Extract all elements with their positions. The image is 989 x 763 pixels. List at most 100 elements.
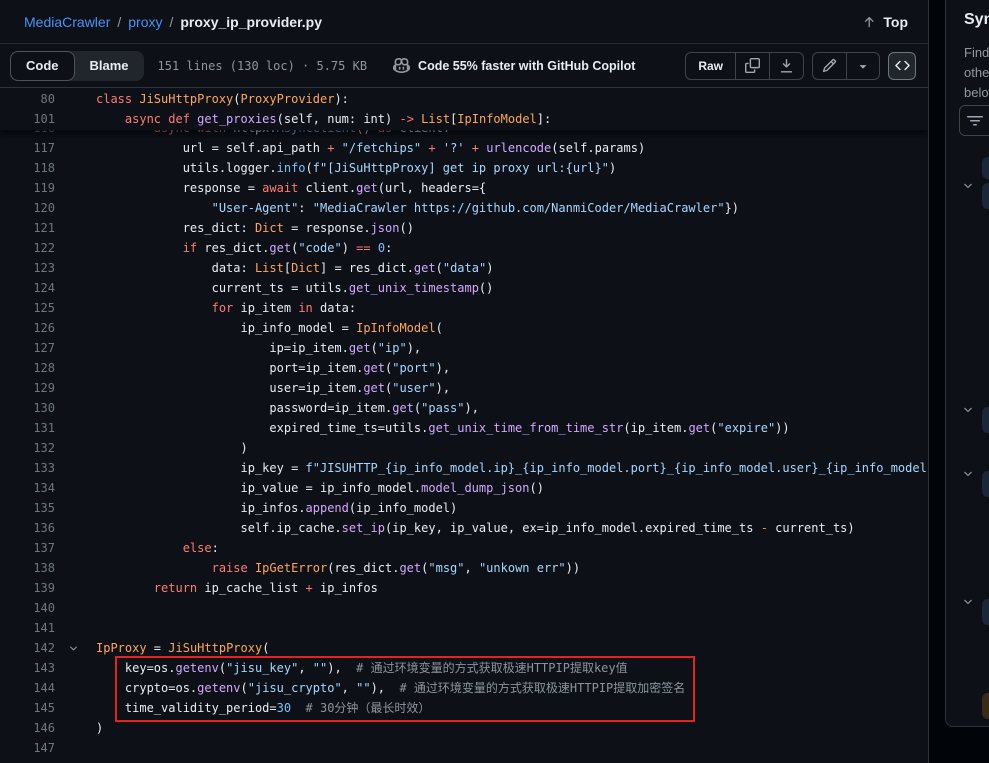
code-line: 119 response = await client.get(url, hea…	[0, 178, 928, 198]
fold-gutter	[55, 378, 96, 398]
line-number[interactable]: 80	[0, 89, 55, 109]
line-number[interactable]: 128	[0, 358, 55, 378]
symbol-chip[interactable]	[982, 157, 989, 179]
code-line: 133 ip_key = f"JISUHTTP_{ip_info_model.i…	[0, 458, 928, 478]
fold-gutter	[55, 738, 96, 758]
symbol-chip[interactable]	[982, 693, 989, 719]
fold-gutter	[55, 418, 96, 438]
fold-gutter	[55, 109, 96, 129]
line-number[interactable]: 118	[0, 158, 55, 178]
code-icon	[895, 58, 910, 73]
symbols-filter-input[interactable]	[959, 105, 989, 136]
edit-dropdown-button[interactable]	[847, 53, 879, 79]
line-number[interactable]: 136	[0, 518, 55, 538]
line-number[interactable]: 117	[0, 138, 55, 158]
line-number[interactable]: 121	[0, 218, 55, 238]
line-number[interactable]: 146	[0, 718, 55, 738]
chevron-down-icon[interactable]	[962, 404, 974, 416]
line-number[interactable]: 123	[0, 258, 55, 278]
fold-gutter	[55, 338, 96, 358]
chevron-down-icon[interactable]	[962, 180, 974, 192]
line-number[interactable]: 126	[0, 318, 55, 338]
line-number[interactable]: 132	[0, 438, 55, 458]
breadcrumb-folder-link[interactable]: proxy	[128, 14, 162, 30]
toolbar-actions: Raw	[685, 52, 916, 80]
filter-icon	[967, 113, 983, 129]
symbol-chip[interactable]	[982, 599, 989, 625]
fold-gutter	[55, 478, 96, 498]
code-text: user=ip_item.get("user"),	[96, 378, 450, 398]
symbols-panel-description: Find other below	[964, 43, 989, 103]
line-number[interactable]: 141	[0, 618, 55, 638]
line-number[interactable]: 144	[0, 678, 55, 698]
symbols-panel-card: Sym Find other below	[945, 0, 989, 727]
download-button[interactable]	[770, 53, 803, 79]
fold-gutter	[55, 258, 96, 278]
tab-code[interactable]: Code	[10, 51, 75, 81]
fold-gutter	[55, 218, 96, 238]
code-text: else:	[96, 538, 219, 558]
edit-button[interactable]	[813, 53, 847, 79]
tab-blame[interactable]: Blame	[75, 58, 144, 73]
code-text: for ip_item in data:	[96, 298, 356, 318]
chevron-down-icon[interactable]	[962, 596, 974, 608]
line-number[interactable]: 125	[0, 298, 55, 318]
line-number[interactable]: 133	[0, 458, 55, 478]
caret-down-icon	[856, 59, 870, 73]
file-toolbar: Code Blame 151 lines (130 loc) · 5.75 KB…	[0, 44, 928, 88]
line-number[interactable]: 147	[0, 738, 55, 758]
code-text: raise IpGetError(res_dict.get("msg", "un…	[96, 558, 580, 578]
fold-chevron-icon	[68, 643, 79, 654]
line-number[interactable]: 143	[0, 658, 55, 678]
code-line: 120 "User-Agent": "MediaCrawler https://…	[0, 198, 928, 218]
raw-button[interactable]: Raw	[686, 53, 736, 79]
back-to-top-link[interactable]: Top	[862, 14, 908, 30]
line-number[interactable]: 120	[0, 198, 55, 218]
line-number[interactable]: 122	[0, 238, 55, 258]
breadcrumb-filename: proxy_ip_provider.py	[180, 14, 322, 30]
line-number[interactable]: 101	[0, 109, 55, 129]
copilot-text: Code 55% faster with GitHub Copilot	[418, 59, 635, 73]
symbol-chip[interactable]	[982, 183, 989, 209]
code-line: 117 url = self.api_path + "/fetchips" + …	[0, 138, 928, 158]
line-number[interactable]: 137	[0, 538, 55, 558]
fold-gutter	[55, 598, 96, 618]
code-text: )	[96, 438, 248, 458]
code-text: class JiSuHttpProxy(ProxyProvider):	[96, 89, 349, 109]
fold-gutter	[55, 158, 96, 178]
code-text: async def get_proxies(self, num: int) ->…	[96, 109, 551, 129]
code-line: 137 else:	[0, 538, 928, 558]
code-text: IpProxy = JiSuHttpProxy(	[96, 638, 269, 658]
copy-raw-button[interactable]	[736, 53, 770, 79]
line-number[interactable]: 134	[0, 478, 55, 498]
symbols-pane-toggle-button[interactable]	[888, 52, 916, 80]
code-text: data: List[Dict] = res_dict.get("data")	[96, 258, 493, 278]
code-line: 124 current_ts = utils.get_unix_timestam…	[0, 278, 928, 298]
line-number[interactable]: 130	[0, 398, 55, 418]
line-number[interactable]: 140	[0, 598, 55, 618]
breadcrumb-repo-link[interactable]: MediaCrawler	[24, 14, 110, 30]
code-line: 101 async def get_proxies(self, num: int…	[0, 109, 928, 129]
line-number[interactable]: 138	[0, 558, 55, 578]
chevron-down-icon[interactable]	[962, 468, 974, 480]
fold-toggle[interactable]	[55, 638, 96, 658]
line-number[interactable]: 139	[0, 578, 55, 598]
line-number[interactable]: 124	[0, 278, 55, 298]
copy-icon	[745, 58, 760, 73]
fold-gutter	[55, 698, 96, 718]
line-number[interactable]: 135	[0, 498, 55, 518]
line-number[interactable]: 142	[0, 638, 55, 658]
line-number[interactable]: 119	[0, 178, 55, 198]
code-blame-switch: Code Blame	[10, 51, 144, 81]
file-stats: 151 lines (130 loc) · 5.75 KB	[158, 59, 368, 73]
line-number[interactable]: 131	[0, 418, 55, 438]
fold-gutter	[55, 198, 96, 218]
fold-gutter	[55, 578, 96, 598]
symbol-chip[interactable]	[982, 407, 989, 433]
line-number[interactable]: 129	[0, 378, 55, 398]
line-number[interactable]: 145	[0, 698, 55, 718]
line-number[interactable]: 127	[0, 338, 55, 358]
fold-gutter	[55, 138, 96, 158]
code-line: 131 expired_time_ts=utils.get_unix_time_…	[0, 418, 928, 438]
symbol-chip[interactable]	[982, 471, 989, 497]
